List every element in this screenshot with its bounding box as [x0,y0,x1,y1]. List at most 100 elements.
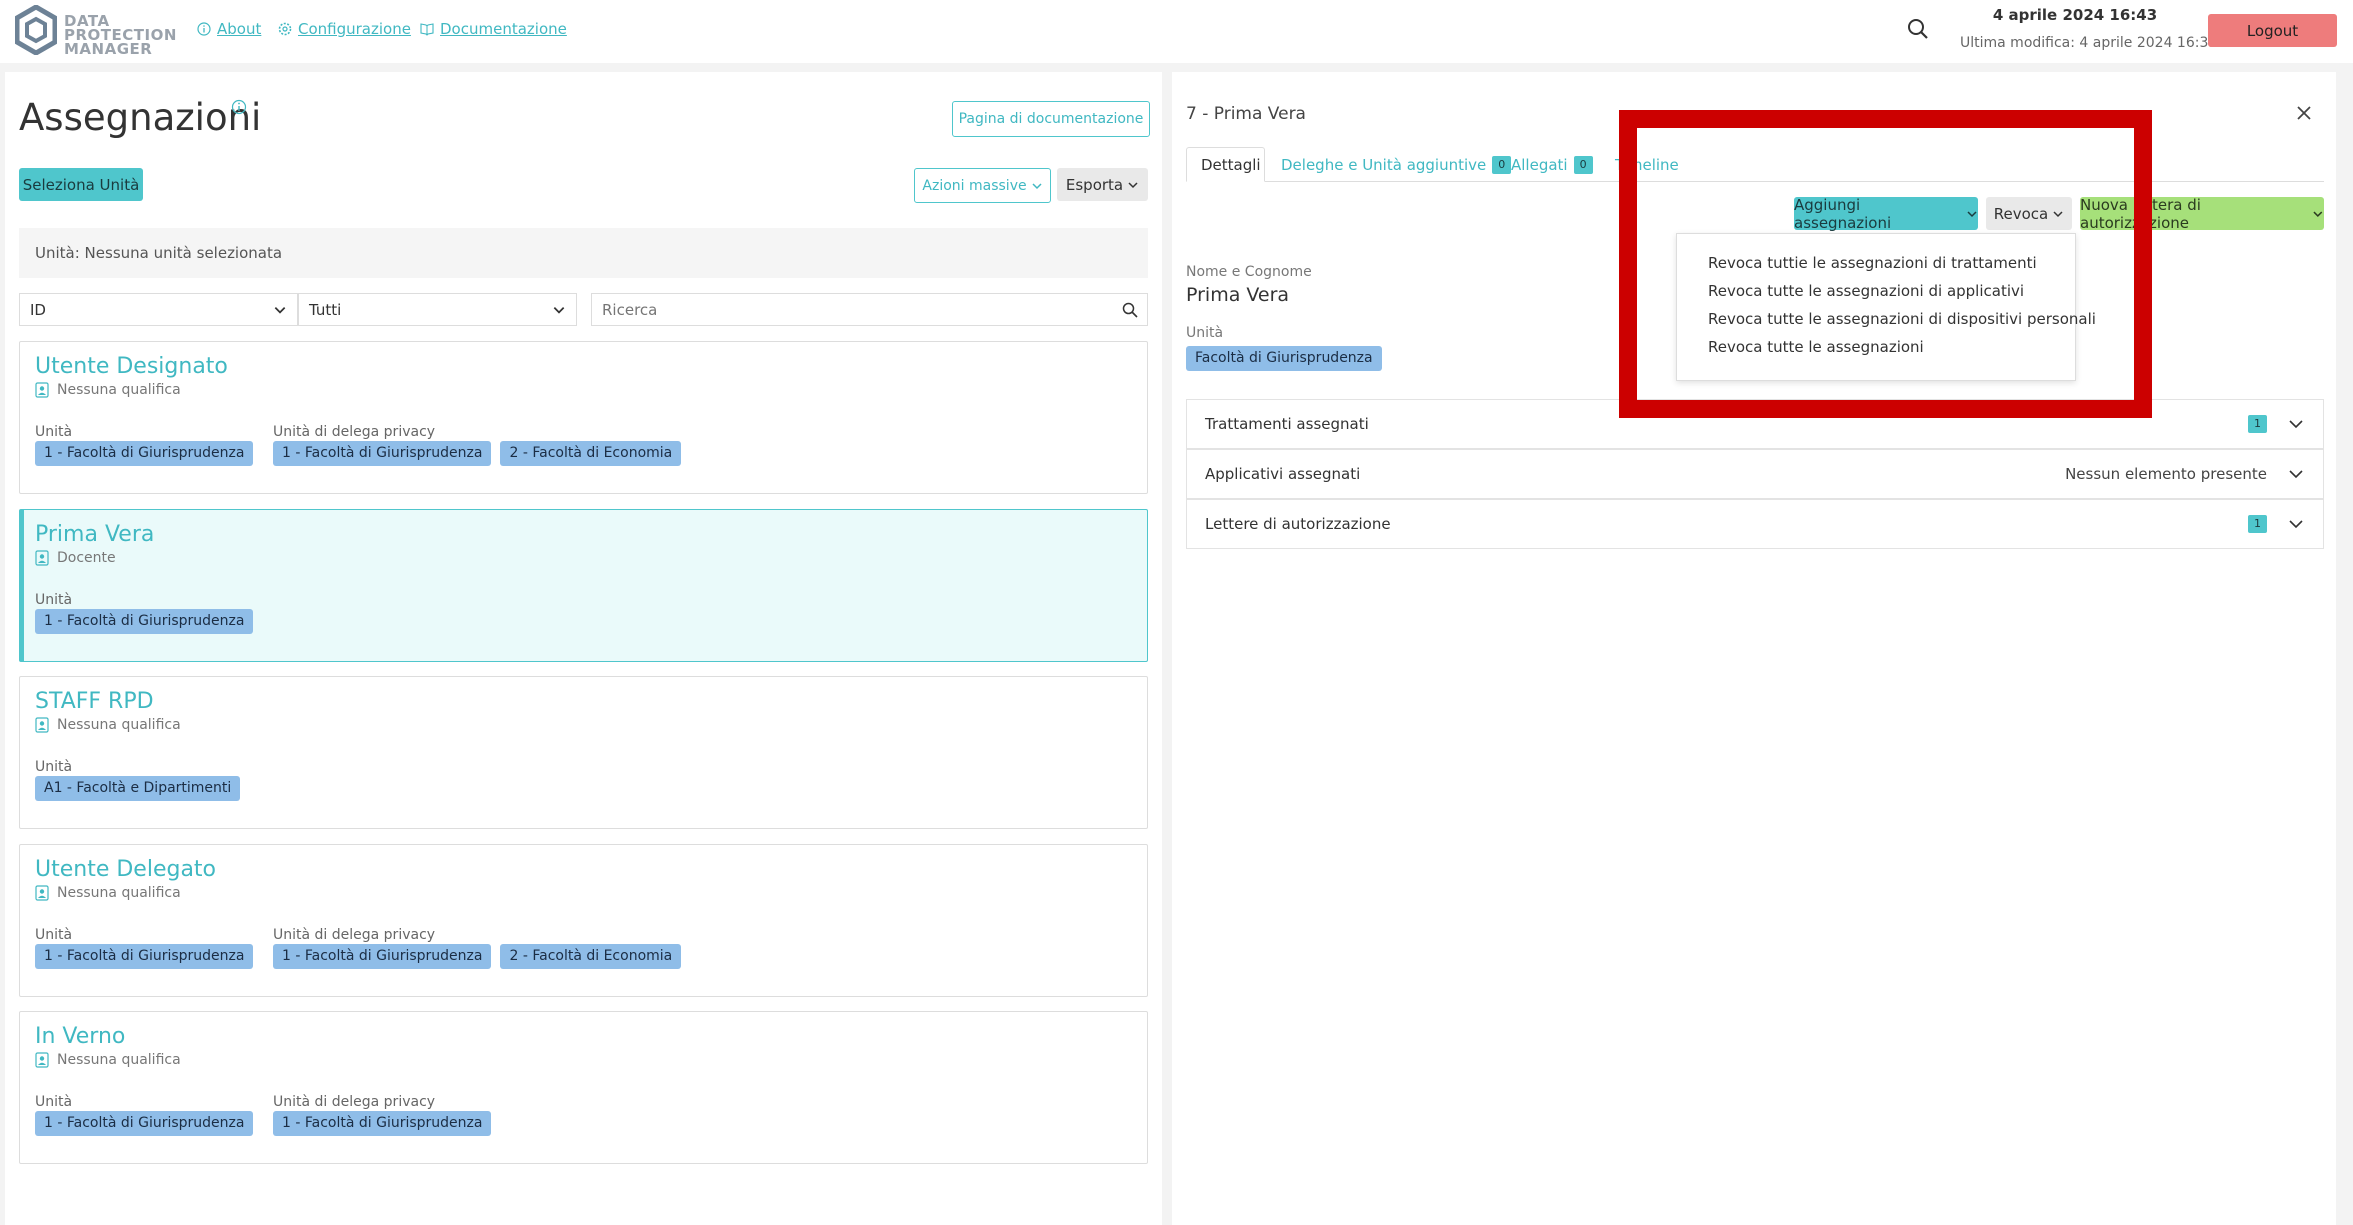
section-label: Trattamenti assegnati [1205,415,1369,433]
gear-icon [278,22,292,36]
user-card-selected[interactable]: Prima Vera Docente Unità 1 - Facoltà di … [19,509,1148,662]
tab-dettagli[interactable]: Dettagli [1186,147,1265,182]
tab-allegati[interactable]: Allegati 0 [1511,147,1593,182]
filter-scope-select[interactable]: Tutti [298,293,577,326]
search-field [591,293,1148,326]
tab-deleghe[interactable]: Deleghe e Unità aggiuntive 0 [1281,147,1512,182]
user-qualification: Nessuna qualifica [35,1052,181,1068]
chevron-down-icon [1032,182,1042,189]
chevron-down-icon [2053,210,2063,217]
authorization-letters-row[interactable]: Lettere di autorizzazione 1 [1186,499,2324,549]
search-input[interactable] [592,294,1104,326]
units-label: Unità [35,759,73,775]
nav-about-link[interactable]: About [197,20,261,38]
units-label: Unità [35,424,73,440]
chevron-down-icon [553,306,565,314]
user-qualification: Nessuna qualifica [35,885,181,901]
revoke-applications-item[interactable]: Revoca tutte le assegnazioni di applicat… [1708,282,2024,300]
revoke-all-item[interactable]: Revoca tutte le assegnazioni [1708,338,1924,356]
last-modified: Ultima modifica: 4 aprile 2024 16:39 [1960,35,2218,51]
section-label: Applicativi assegnati [1205,465,1361,483]
name-label: Nome e Cognome [1186,264,1312,280]
revoke-dropdown-button[interactable]: Revoca [1986,197,2072,230]
user-qualification: Nessuna qualifica [35,717,181,733]
documentation-page-button[interactable]: Pagina di documentazione [952,101,1150,137]
book-icon [420,23,434,36]
new-letter-label: Nuova lettera di autorizzazione [2080,195,2201,232]
delegation-units-label: Unità di delega privacy [273,927,436,943]
units-tags: 1 - Facoltà di Giurisprudenza [35,441,254,466]
chevron-down-icon [2289,470,2303,479]
revoke-treatments-item[interactable]: Revoca tuttie le assegnazioni di trattam… [1708,254,2037,272]
section-count-badge: 1 [2248,415,2267,433]
units-tags: A1 - Facoltà e Dipartimenti [35,776,241,801]
filter-field-value: ID [30,300,46,319]
export-dropdown[interactable]: Esporta [1057,168,1148,201]
selected-unit-bar: Unità: Nessuna unità selezionata [19,228,1148,278]
user-card[interactable]: STAFF RPD Nessuna qualifica Unità A1 - F… [19,676,1148,829]
current-datetime: 4 aprile 2024 16:43 [1992,6,2158,24]
tab-label: Allegati [1511,155,1568,174]
section-meta: Nessun elemento presente [2065,465,2305,483]
tab-timeline[interactable]: Timeline [1615,147,1679,182]
section-label: Lettere di autorizzazione [1205,515,1391,533]
tab-label: Deleghe e Unità aggiuntive [1281,155,1487,174]
unit-tag: Facoltà di Giurisprudenza [1186,346,1382,371]
user-card[interactable]: Utente Delegato Nessuna qualifica Unità … [19,844,1148,997]
logo-line: MANAGER [64,40,153,58]
unit-tag: 2 - Facoltà di Economia [500,441,682,466]
section-meta: 1 [2248,415,2305,433]
user-badge-icon [35,885,49,901]
info-icon [197,22,211,36]
search-icon[interactable] [1121,301,1139,319]
unit-tag: 1 - Facoltà di Giurisprudenza [35,944,254,969]
bulk-actions-dropdown[interactable]: Azioni massive [914,168,1051,203]
revoke-personal-devices-item[interactable]: Revoca tutte le assegnazioni di disposit… [1708,310,2096,328]
chevron-down-icon [2289,520,2303,529]
delegation-units-tags: 1 - Facoltà di Giurisprudenza 2 - Facolt… [273,944,682,969]
unit-tag: 1 - Facoltà di Giurisprudenza [273,441,492,466]
user-name: In Verno [35,1024,126,1049]
units-tags: 1 - Facoltà di Giurisprudenza [35,1111,254,1136]
user-badge-icon [35,1052,49,1068]
unit-label: Unità [1186,325,1224,341]
user-badge-icon [35,717,49,733]
select-unit-button[interactable]: Seleziona Unità [19,168,143,201]
unit-tag: 2 - Facoltà di Economia [500,944,682,969]
units-tags: 1 - Facoltà di Giurisprudenza [35,944,254,969]
chevron-down-icon [2289,420,2303,429]
revoke-dropdown-menu: Revoca tuttie le assegnazioni di trattam… [1676,233,2096,381]
tab-label: Dettagli [1201,155,1261,174]
chevron-down-icon [1967,210,1977,217]
add-assignments-button[interactable]: Aggiungi assegnazioni [1794,195,1978,232]
qualification-text: Nessuna qualifica [57,717,181,733]
page-title: Assegnazioni [19,96,262,139]
unit-tag: 1 - Facoltà di Giurisprudenza [35,441,254,466]
delegation-units-tags: 1 - Facoltà di Giurisprudenza [273,1111,492,1136]
export-label: Esporta [1065,175,1124,194]
nav-configurazione-link[interactable]: Configurazione [278,20,411,38]
units-label: Unità [35,927,73,943]
assigned-treatments-row[interactable]: Trattamenti assegnati 1 [1186,399,2324,449]
info-icon[interactable] [231,99,247,115]
detail-title: 7 - Prima Vera [1186,104,1306,124]
filter-field-select[interactable]: ID [19,293,298,326]
user-name: Utente Delegato [35,857,217,882]
close-icon[interactable] [2294,103,2314,123]
units-label: Unità [35,1094,73,1110]
user-card[interactable]: In Verno Nessuna qualifica Unità 1 - Fac… [19,1011,1148,1164]
user-name: STAFF RPD [35,689,154,714]
user-name: Utente Designato [35,354,228,379]
new-authorization-letter-button[interactable]: Nuova lettera di autorizzazione [2080,195,2324,232]
logout-button[interactable]: Logout [2208,14,2337,47]
chevron-down-icon [1128,181,1138,188]
qualification-text: Docente [57,550,116,566]
name-value: Prima Vera [1186,284,1290,306]
nav-documentazione-label: Documentazione [440,20,567,38]
bulk-actions-label: Azioni massive [922,177,1027,194]
add-assignments-label: Aggiungi assegnazioni [1794,195,1892,232]
nav-documentazione-link[interactable]: Documentazione [420,20,567,38]
section-count-badge: 1 [2248,515,2267,533]
user-card[interactable]: Utente Designato Nessuna qualifica Unità… [19,341,1148,494]
assigned-applications-row[interactable]: Applicativi assegnati Nessun elemento pr… [1186,449,2324,499]
